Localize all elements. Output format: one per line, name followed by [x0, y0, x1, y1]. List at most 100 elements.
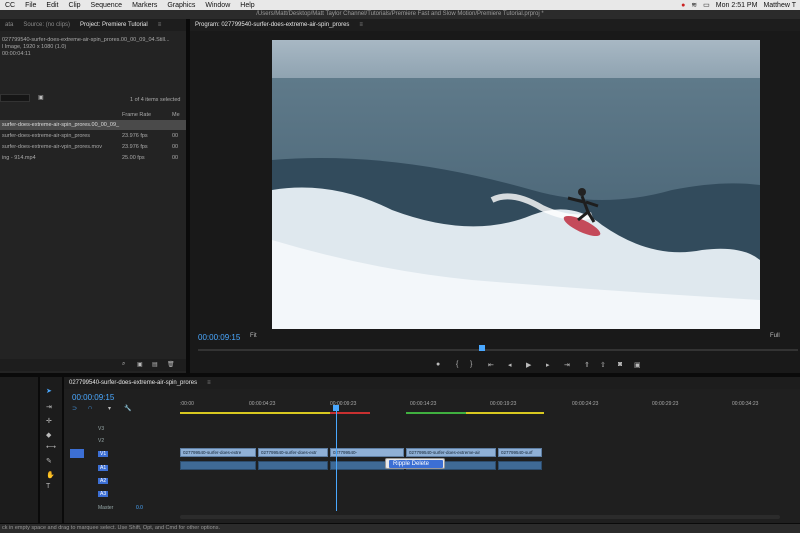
render-bar-yellow: [466, 412, 544, 414]
lift-icon[interactable]: ⇑: [584, 361, 590, 369]
snap-icon[interactable]: ⊃: [72, 405, 77, 412]
panel-menu-icon[interactable]: ≡: [153, 22, 167, 28]
ruler-label: 00:00:34:23: [732, 401, 759, 407]
list-item-media: 00: [172, 155, 179, 161]
left-lower-panel: [0, 377, 38, 523]
mark-out-icon[interactable]: }: [470, 361, 472, 368]
wifi-icon[interactable]: ≋: [691, 1, 697, 9]
playhead-marker[interactable]: [479, 345, 485, 351]
tab-project[interactable]: Project: Premiere Tutorial: [75, 22, 153, 28]
razor-tool-icon[interactable]: ◆: [46, 431, 51, 439]
timeline-playhead[interactable]: [336, 407, 337, 511]
go-to-out-icon[interactable]: ⇥: [564, 361, 570, 369]
ripple-delete-item[interactable]: Ripple Delete: [389, 460, 443, 468]
go-to-in-icon[interactable]: ⇤: [488, 361, 494, 369]
list-item-name[interactable]: surfer-does-extreme-air-spin_prores: [2, 133, 90, 139]
list-item-media: 00: [172, 144, 179, 150]
list-item-media: 00: [172, 133, 179, 139]
track-select-tool-icon[interactable]: ⇥: [46, 403, 52, 411]
pen-tool-icon[interactable]: ✎: [46, 457, 52, 465]
step-forward-icon[interactable]: ▸: [546, 361, 550, 369]
timeline-playhead-handle[interactable]: [333, 405, 339, 411]
fit-dropdown[interactable]: Fit: [250, 333, 257, 339]
record-icon[interactable]: ●: [681, 2, 685, 9]
menu-graphics[interactable]: Graphics: [162, 2, 200, 9]
hand-tool-icon[interactable]: ✋: [46, 471, 55, 479]
project-search-input[interactable]: [0, 94, 30, 102]
tab-metadata[interactable]: ata: [0, 22, 18, 28]
menu-file[interactable]: File: [20, 2, 41, 9]
timeline-panel: 027799540-surfer-does-extreme-air-spin_p…: [64, 377, 800, 523]
menubar-clock[interactable]: Mon 2:51 PM: [716, 2, 758, 9]
trash-icon[interactable]: 🗑: [167, 361, 175, 368]
track-v3[interactable]: V3: [98, 426, 104, 432]
menu-window[interactable]: Window: [200, 2, 235, 9]
track-a3[interactable]: A3: [98, 491, 109, 497]
menu-edit[interactable]: Edit: [41, 2, 63, 9]
track-v2[interactable]: V2: [98, 438, 104, 444]
step-back-icon[interactable]: ◂: [508, 361, 512, 369]
menu-help[interactable]: Help: [235, 2, 259, 9]
slip-tool-icon[interactable]: ⟷: [46, 443, 56, 451]
program-timecode[interactable]: 00:00:09:15: [198, 333, 240, 342]
ruler-label: 00:00:29:23: [652, 401, 679, 407]
new-item-icon[interactable]: ▤: [152, 361, 158, 368]
playhead-bar[interactable]: [198, 349, 798, 351]
menu-cc[interactable]: CC: [0, 2, 20, 9]
ruler-label: 00:00:04:23: [249, 401, 276, 407]
track-a2[interactable]: A2: [98, 478, 109, 484]
type-tool-icon[interactable]: T: [46, 483, 50, 490]
menu-sequence[interactable]: Sequence: [86, 2, 128, 9]
timeline-clip[interactable]: 027799540-: [330, 448, 404, 457]
tools-panel: ➤ ⇥ ✛ ◆ ⟷ ✎ ✋ T: [40, 377, 62, 523]
audio-clip[interactable]: [258, 461, 328, 470]
list-item-rate: 23.976 fps: [122, 144, 148, 150]
new-bin-icon[interactable]: ▣: [38, 94, 44, 101]
settings-icon[interactable]: ▣: [634, 361, 641, 369]
track-v1-source[interactable]: [70, 449, 84, 458]
panel-menu-icon[interactable]: ≡: [202, 380, 216, 386]
audio-clip[interactable]: [180, 461, 256, 470]
project-bottom-bar: [0, 359, 186, 371]
panel-menu-icon[interactable]: ≡: [354, 22, 368, 28]
track-v1[interactable]: V1: [98, 451, 109, 457]
export-frame-icon[interactable]: ◙: [618, 361, 622, 368]
audio-clip[interactable]: [498, 461, 542, 470]
add-marker-icon[interactable]: ▾: [108, 405, 111, 412]
timeline-clip[interactable]: 027799540-surfer-does-extr: [258, 448, 328, 457]
timeline-scrollbar[interactable]: [180, 515, 780, 519]
timeline-timecode[interactable]: 00:00:09:15: [72, 393, 114, 402]
track-a1[interactable]: A1: [98, 465, 109, 471]
list-item-name[interactable]: surfer-does-extreme-air-vpin_prores.mov: [2, 144, 102, 150]
column-media[interactable]: Me: [172, 112, 180, 118]
tab-source[interactable]: Source: (no clips): [18, 22, 75, 28]
timeline-clip[interactable]: 027799540-surf: [498, 448, 542, 457]
menu-markers[interactable]: Markers: [127, 2, 162, 9]
new-bin-icon[interactable]: ▣: [137, 361, 143, 368]
tab-sequence[interactable]: 027799540-surfer-does-extreme-air-spin_p…: [64, 380, 202, 386]
menubar-user[interactable]: Matthew T: [763, 2, 796, 9]
play-icon[interactable]: ▶: [526, 361, 531, 369]
menu-clip[interactable]: Clip: [63, 2, 85, 9]
column-frame-rate[interactable]: Frame Rate: [122, 112, 151, 118]
video-frame[interactable]: [272, 40, 760, 329]
quality-dropdown[interactable]: Full: [770, 333, 780, 339]
menu-bar: CC File Edit Clip Sequence Markers Graph…: [0, 0, 800, 10]
timeline-clip[interactable]: 027799540-surfer-does-extre: [180, 448, 256, 457]
selection-tool-icon[interactable]: ➤: [46, 387, 52, 395]
master-value[interactable]: 0.0: [136, 505, 143, 511]
ripple-edit-tool-icon[interactable]: ✛: [46, 417, 52, 425]
battery-icon[interactable]: ▭: [703, 1, 710, 9]
linked-selection-icon[interactable]: ∩: [88, 405, 92, 411]
ruler-label: 00:00:24:23: [572, 401, 599, 407]
mark-in-icon[interactable]: {: [456, 361, 458, 368]
list-item-name: surfer-does-extreme-air-spin_prores.00_0…: [2, 122, 120, 128]
search-icon[interactable]: ⌕: [122, 361, 125, 368]
extract-icon[interactable]: ⇧: [600, 361, 606, 369]
timeline-clip[interactable]: 027799540-surfer-does-extreme-air: [406, 448, 496, 457]
tab-program[interactable]: Program: 027799540-surfer-does-extreme-a…: [190, 22, 354, 28]
project-panel: ata Source: (no clips) Project: Premiere…: [0, 19, 186, 373]
add-marker-icon[interactable]: ●: [436, 361, 440, 368]
wrench-icon[interactable]: 🔧: [124, 405, 131, 412]
list-item-name[interactable]: ing - 914.mp4: [2, 155, 36, 161]
